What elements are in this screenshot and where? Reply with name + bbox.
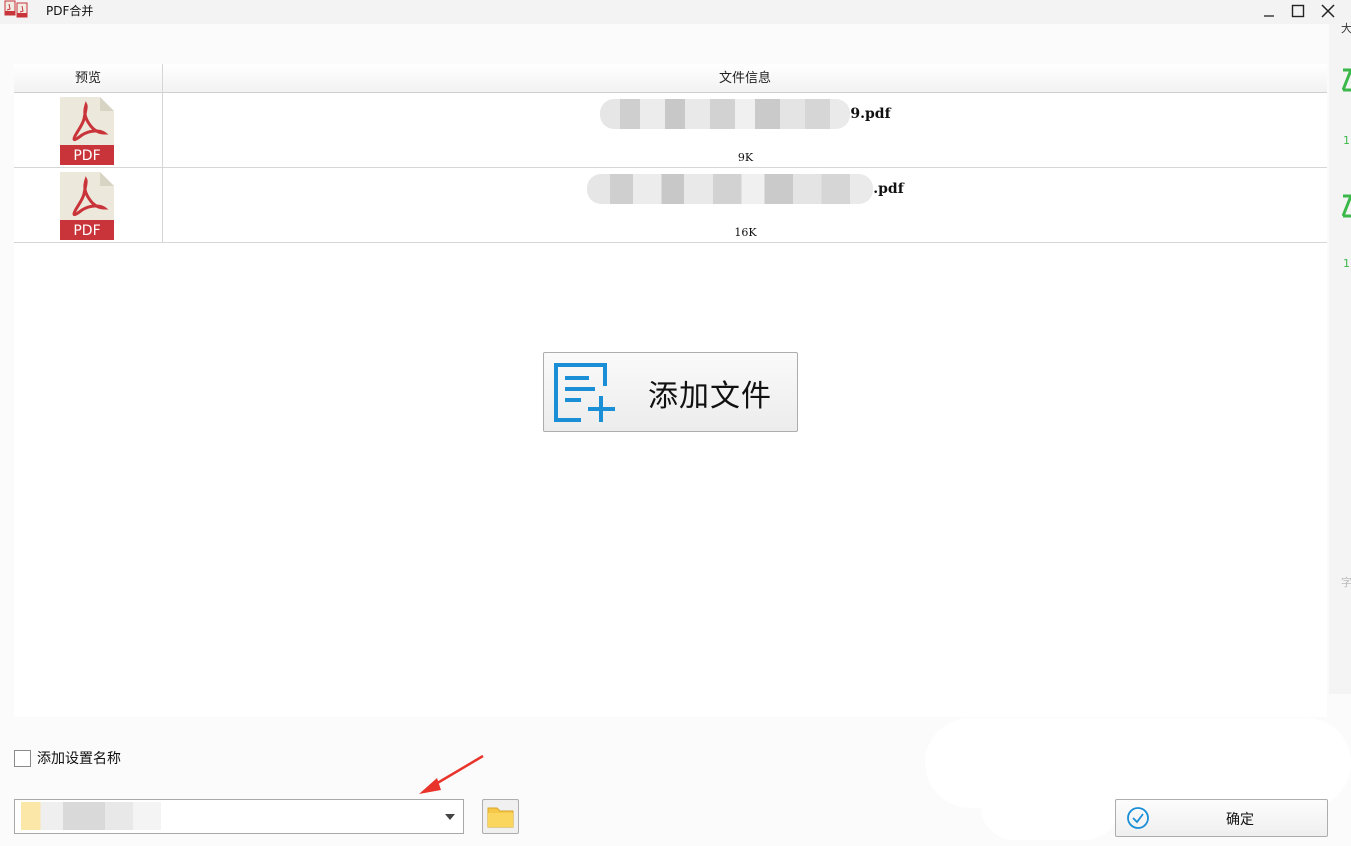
pdf-file-icon: PDF	[60, 172, 114, 240]
add-file-button[interactable]: 添加文件	[543, 352, 798, 432]
window-title: PDF合并	[46, 4, 94, 18]
maximize-icon	[1291, 4, 1305, 18]
file-name: 9.pdf	[164, 99, 1327, 129]
masked-region	[980, 770, 1120, 840]
pdf-icon-label: PDF	[73, 223, 100, 239]
minimize-icon	[1264, 15, 1274, 17]
minimize-button[interactable]	[1254, 0, 1284, 22]
maximize-button[interactable]	[1283, 0, 1313, 22]
add-settings-name-checkbox[interactable]	[14, 750, 31, 767]
table-header: 预览 文件信息	[14, 64, 1327, 93]
edge-text: 1	[1343, 257, 1350, 270]
background-window-edge: 大 1 1 字	[1329, 22, 1351, 694]
column-header-file-info: 文件信息	[718, 71, 771, 86]
add-settings-name-label[interactable]: 添加设置名称	[37, 748, 121, 768]
table-row[interactable]: PDF 9.pdf 9K	[14, 93, 1327, 168]
file-name-suffix: .pdf	[873, 181, 904, 197]
green-mark-icon	[1342, 68, 1351, 92]
file-name-suffix: 9.pdf	[850, 106, 891, 122]
add-file-icon	[554, 363, 615, 422]
column-header-preview: 预览	[74, 71, 101, 86]
redacted-file-name	[587, 174, 874, 204]
file-size: 9K	[737, 151, 754, 164]
confirm-label: 确定	[1226, 812, 1254, 828]
output-path-dropdown[interactable]	[14, 799, 464, 834]
pdf-file-icon: PDF	[60, 97, 114, 165]
browse-folder-button[interactable]	[482, 799, 519, 834]
pdf-icon-label: PDF	[73, 148, 100, 164]
file-name: .pdf	[164, 174, 1327, 204]
close-icon	[1321, 4, 1335, 18]
folder-icon	[487, 807, 514, 828]
pdf-merge-app-icon	[4, 0, 28, 18]
chevron-down-icon[interactable]	[445, 814, 455, 820]
confirm-button[interactable]: 确定	[1115, 799, 1328, 837]
close-button[interactable]	[1313, 0, 1343, 22]
add-file-label: 添加文件	[648, 379, 772, 414]
red-arrow-annotation	[419, 754, 484, 794]
table-row[interactable]: PDF .pdf 16K	[14, 168, 1327, 243]
file-size: 16K	[734, 226, 757, 239]
edge-text: 字	[1341, 576, 1351, 589]
redacted-output-path	[21, 802, 161, 830]
edge-text: 大	[1341, 22, 1351, 35]
green-mark-icon	[1342, 194, 1351, 218]
title-bar: PDF合并	[0, 0, 1351, 24]
redacted-file-name	[600, 99, 851, 129]
edge-text: 1	[1343, 134, 1350, 147]
check-circle-icon	[1127, 807, 1149, 829]
